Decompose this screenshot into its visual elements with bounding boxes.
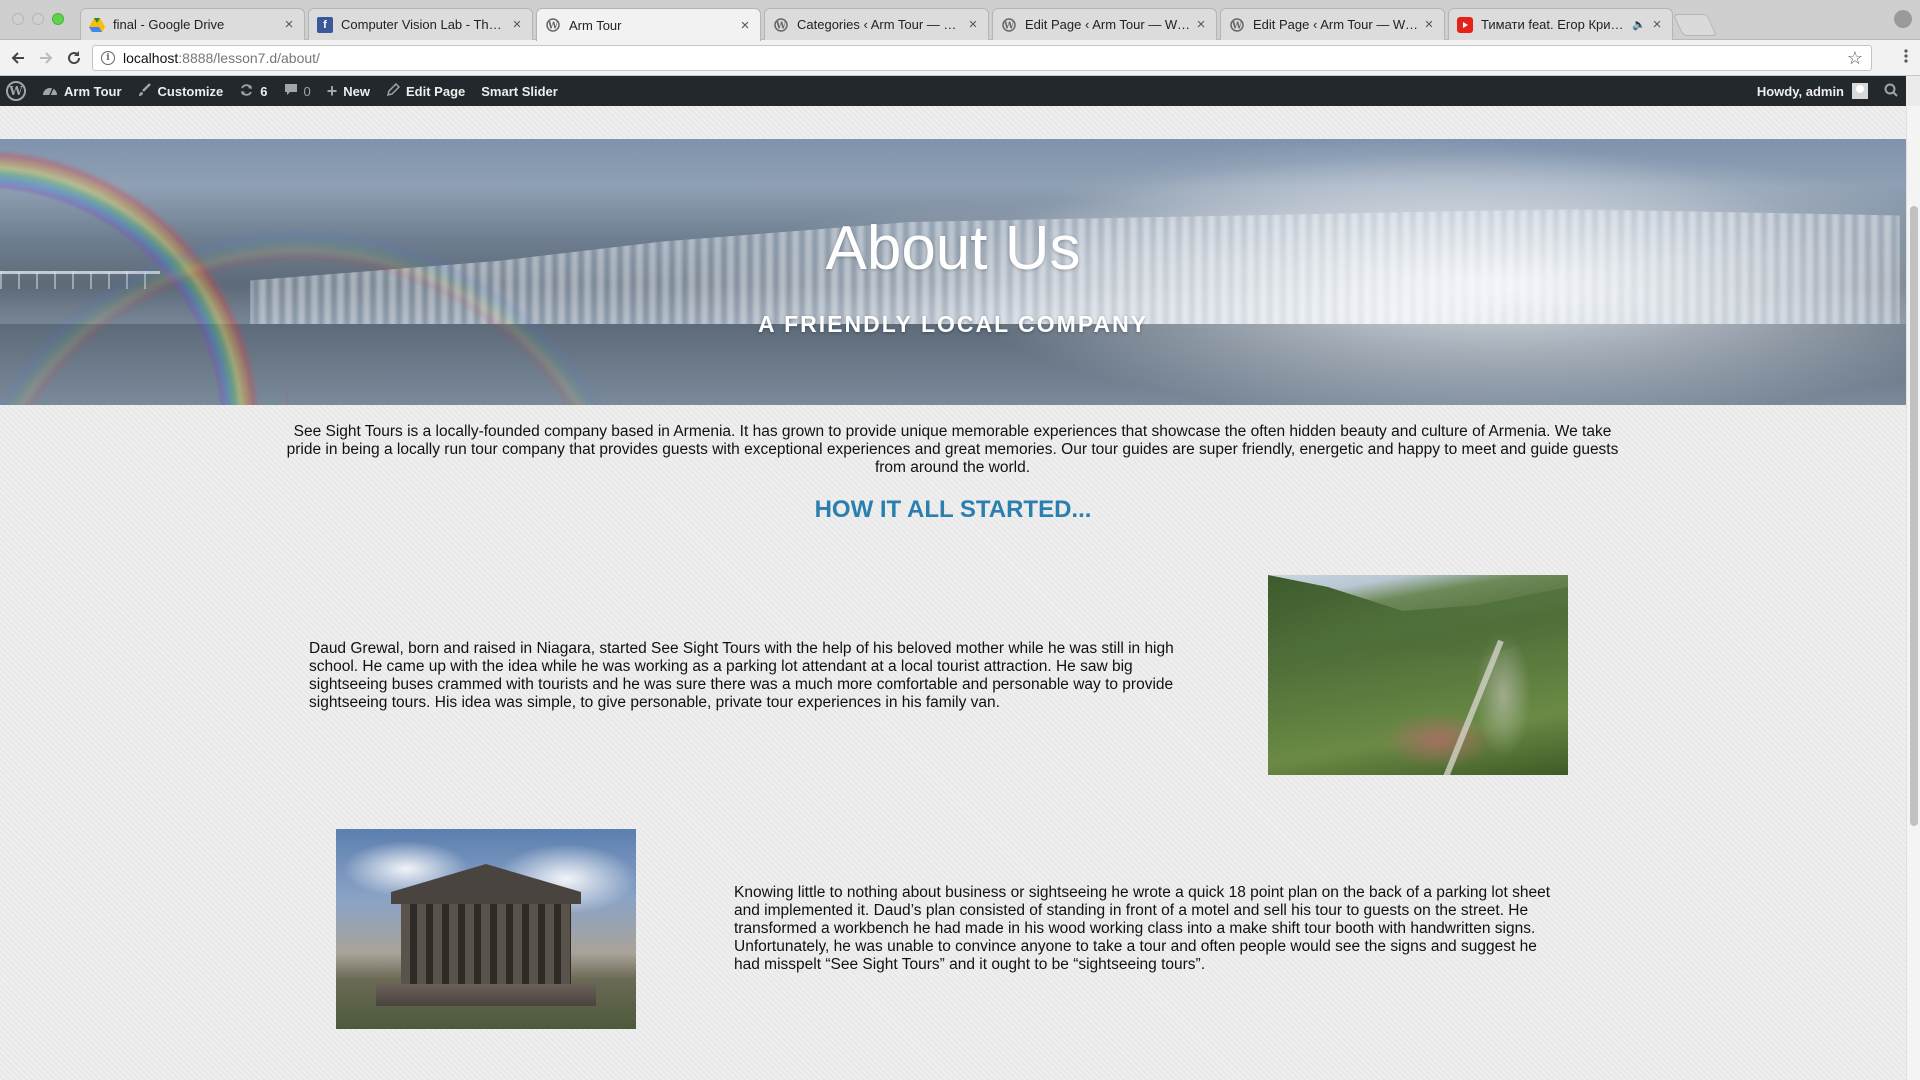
page-content: About Us A FRIENDLY LOCAL COMPANY See Si… [0, 106, 1906, 1080]
paintbrush-icon [138, 82, 152, 100]
tab-close-icon[interactable]: × [1422, 16, 1436, 33]
wordpress-icon: W [545, 17, 561, 33]
svg-text:W: W [547, 22, 559, 32]
youtube-icon [1457, 16, 1473, 33]
svg-text:W: W [775, 21, 787, 31]
browser-tab-active[interactable]: W Arm Tour × [536, 8, 761, 41]
info-icon[interactable]: i [101, 51, 115, 65]
tab-title: Arm Tour [569, 17, 622, 33]
temple-columns-layer [401, 904, 571, 984]
wordpress-icon: W [6, 81, 26, 101]
smart-slider-link[interactable]: Smart Slider [473, 76, 566, 106]
tab-title: Categories ‹ Arm Tour — Word [797, 17, 962, 32]
browser-tab[interactable]: Тимати feat. Егор Крид - П 🔈 × [1448, 8, 1673, 40]
dashboard-icon [42, 83, 58, 100]
browser-tab-strip: final - Google Drive × f Computer Vision… [0, 0, 1920, 41]
page-title: About Us [825, 214, 1081, 283]
new-tab-button[interactable] [1672, 14, 1718, 36]
updates-count: 6 [260, 83, 268, 99]
tab-close-icon[interactable]: × [966, 16, 980, 33]
customize-label: Customize [157, 83, 224, 99]
browser-tab[interactable]: f Computer Vision Lab - The Uni × [308, 8, 533, 40]
story-paragraph-1: Daud Grewal, born and raised in Niagara,… [309, 640, 1174, 711]
site-name-menu[interactable]: Arm Tour [34, 76, 130, 106]
browser-tab[interactable]: W Categories ‹ Arm Tour — Word × [764, 8, 989, 40]
garni-temple-photo [336, 829, 636, 1029]
section-heading: HOW IT ALL STARTED... [814, 496, 1092, 523]
wordpress-icon: W [1001, 17, 1017, 33]
back-icon[interactable] [6, 46, 30, 70]
temple-roof-layer [391, 864, 581, 904]
tab-close-icon[interactable]: × [1650, 16, 1664, 33]
smart-slider-label: Smart Slider [481, 83, 558, 99]
address-bar[interactable]: i localhost:8888/lesson7.d/about/ ☆ [92, 45, 1872, 71]
site-name-label: Arm Tour [64, 83, 122, 99]
tab-close-icon[interactable]: × [1194, 16, 1208, 33]
howdy-label: Howdy, admin [1756, 83, 1844, 99]
forward-icon[interactable] [34, 46, 58, 70]
speaker-icon[interactable]: 🔈 [1632, 18, 1646, 31]
tab-close-icon[interactable]: × [282, 16, 296, 33]
new-label: New [343, 83, 370, 99]
wordpress-icon: W [773, 17, 789, 33]
tab-close-icon[interactable]: × [738, 17, 752, 34]
tab-title: Computer Vision Lab - The Uni [341, 17, 506, 32]
search-icon [1884, 83, 1898, 100]
wp-admin-bar: W Arm Tour Customize 6 0 + New Edit Page [0, 76, 1906, 106]
hero-banner: About Us A FRIENDLY LOCAL COMPANY [0, 139, 1906, 405]
profile-icon[interactable] [1894, 10, 1912, 28]
plus-icon: + [326, 81, 338, 101]
maximize-window-button[interactable] [52, 13, 64, 25]
pencil-icon [386, 82, 401, 100]
edit-page-link[interactable]: Edit Page [378, 76, 473, 106]
svg-text:W: W [1003, 21, 1015, 31]
comments-link[interactable]: 0 [276, 76, 319, 106]
google-drive-icon [89, 17, 105, 33]
admin-search[interactable] [1876, 76, 1906, 106]
browser-tab[interactable]: W Edit Page ‹ Arm Tour — WordP × [992, 8, 1217, 40]
page-scrollbar[interactable] [1906, 106, 1920, 1080]
account-menu[interactable]: Howdy, admin [1749, 76, 1876, 106]
mountain-ridge-layer [1268, 575, 1568, 671]
scrollbar-thumb[interactable] [1910, 206, 1918, 826]
updates-icon [239, 83, 254, 100]
comments-count: 0 [303, 83, 311, 99]
browser-menu-icon[interactable] [1904, 48, 1910, 64]
updates-link[interactable]: 6 [231, 76, 275, 106]
tab-title: Тимати feat. Егор Крид - П [1481, 17, 1631, 32]
tab-title: Edit Page ‹ Arm Tour — WordP [1253, 17, 1418, 32]
tab-title: final - Google Drive [113, 17, 225, 32]
close-window-button[interactable] [12, 13, 24, 25]
tab-close-icon[interactable]: × [510, 16, 524, 33]
mountain-valley-photo [1268, 575, 1568, 775]
facebook-icon: f [317, 16, 333, 33]
browser-tab[interactable]: final - Google Drive × [80, 8, 305, 40]
intro-paragraph: See Sight Tours is a locally-founded com… [286, 423, 1619, 476]
comment-icon [284, 83, 298, 100]
page-subtitle: A FRIENDLY LOCAL COMPANY [757, 311, 1149, 337]
avatar [1852, 83, 1868, 99]
story-paragraph-2: Knowing little to nothing about business… [734, 884, 1551, 973]
reload-icon[interactable] [62, 46, 86, 70]
tab-title: Edit Page ‹ Arm Tour — WordP [1025, 17, 1190, 32]
temple-base-layer [376, 984, 596, 1006]
browser-tab[interactable]: W Edit Page ‹ Arm Tour — WordP × [1220, 8, 1445, 40]
edit-page-label: Edit Page [406, 83, 466, 99]
wp-logo-menu[interactable]: W [0, 76, 34, 106]
wordpress-icon: W [1229, 17, 1245, 33]
browser-toolbar: i localhost:8888/lesson7.d/about/ ☆ [0, 40, 1920, 76]
customize-link[interactable]: Customize [130, 76, 232, 106]
url-path: :8888/lesson7.d/about/ [178, 50, 320, 66]
new-content-menu[interactable]: + New [319, 76, 378, 106]
minimize-window-button[interactable] [32, 13, 44, 25]
road-layer [1438, 639, 1504, 775]
url-host: localhost [123, 50, 179, 66]
svg-text:W: W [1231, 21, 1243, 31]
bookmark-star-icon[interactable]: ☆ [1847, 48, 1863, 69]
